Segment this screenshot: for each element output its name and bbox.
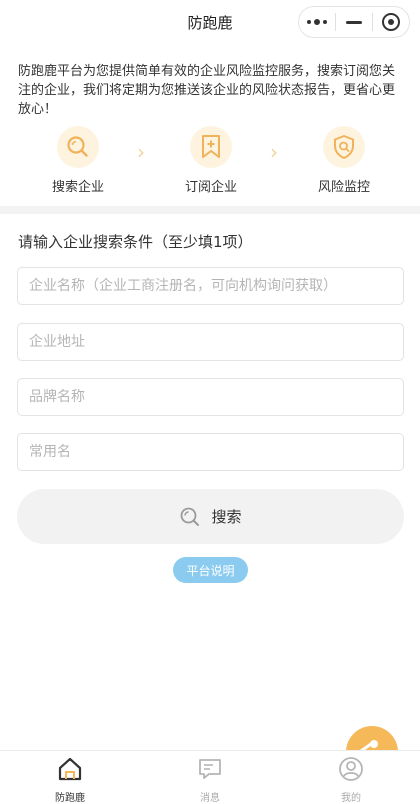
more-dots-icon — [307, 19, 327, 25]
tab-label: 我的 — [341, 793, 361, 804]
search-icon — [181, 507, 200, 526]
tab-profile[interactable]: 我的 — [311, 755, 391, 804]
form-title: 请输入企业搜索条件（至少填1项） — [18, 233, 253, 251]
steps-row: 搜索企业 › 订阅企业 › 风险监控 — [0, 126, 420, 196]
user-icon — [339, 757, 363, 781]
chevron-right-icon: › — [137, 140, 145, 164]
step-label: 订阅企业 — [184, 180, 237, 195]
home-icon — [58, 757, 82, 781]
search-button[interactable]: 搜索 — [17, 489, 404, 544]
shield-search-icon — [323, 126, 365, 168]
minimize-button[interactable] — [336, 7, 372, 37]
step-monitor: 风险监控 — [299, 126, 389, 195]
platform-help-button[interactable]: 平台说明 — [173, 557, 248, 583]
target-close-icon — [382, 13, 400, 31]
brand-name-input[interactable] — [17, 378, 404, 416]
intro-text: 防跑鹿平台为您提供简单有效的企业风险监控服务，搜索订阅您关注的企业，我们将定期为… — [18, 64, 396, 117]
nav-bar: 防跑鹿 — [0, 0, 420, 46]
step-label: 风险监控 — [317, 180, 370, 195]
tab-label: 防跑鹿 — [55, 793, 85, 804]
section-divider — [0, 206, 420, 214]
bookmark-plus-icon — [190, 126, 232, 168]
message-icon — [199, 759, 221, 779]
tab-home[interactable]: 防跑鹿 — [30, 755, 110, 804]
common-name-input[interactable] — [17, 433, 404, 471]
search-icon — [57, 126, 99, 168]
step-subscribe: 订阅企业 — [166, 126, 256, 195]
more-button[interactable] — [299, 7, 335, 37]
company-address-input[interactable] — [17, 323, 404, 361]
search-button-label: 搜索 — [211, 508, 242, 526]
capsule-menu — [298, 6, 410, 38]
tab-label: 消息 — [200, 793, 220, 804]
step-label: 搜索企业 — [51, 180, 104, 195]
tab-bar: 防跑鹿 消息 我的 — [0, 750, 420, 804]
close-button[interactable] — [373, 7, 409, 37]
chevron-right-icon: › — [270, 140, 278, 164]
tab-messages[interactable]: 消息 — [170, 755, 250, 804]
step-search: 搜索企业 — [33, 126, 123, 195]
minimize-icon — [346, 20, 362, 24]
company-name-input[interactable] — [17, 267, 404, 305]
